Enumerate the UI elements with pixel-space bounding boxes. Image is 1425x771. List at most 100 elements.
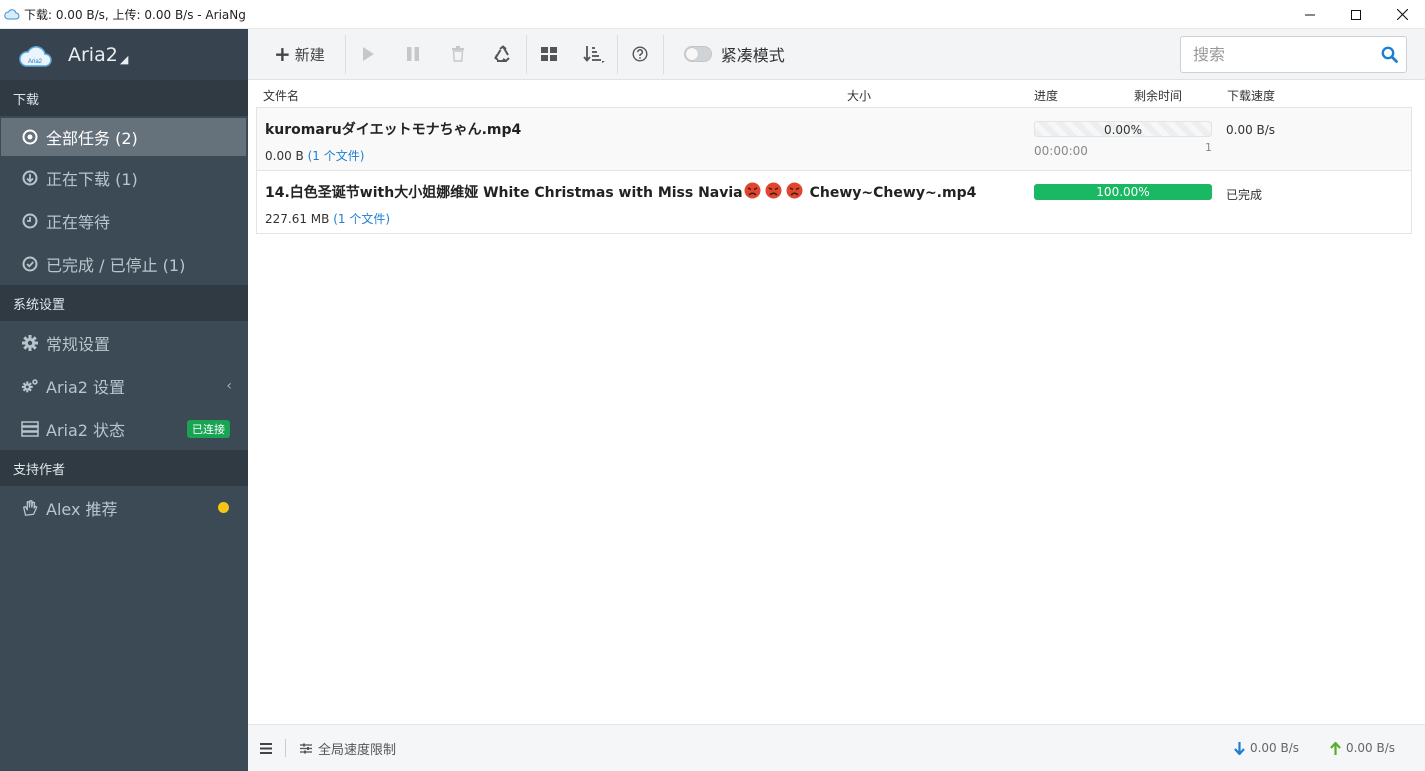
- plus-icon: +: [274, 42, 291, 66]
- sidebar-item-alex-recommend[interactable]: Alex 推荐: [0, 486, 248, 529]
- sort-button[interactable]: [572, 29, 617, 80]
- task-status: 已完成: [1226, 188, 1263, 202]
- window-titlebar: 下载: 0.00 B/s, 上传: 0.00 B/s - AriaNg: [0, 0, 1425, 29]
- sidebar-item-label: Alex 推荐: [46, 499, 118, 519]
- global-download-speed: 0.00 B/s: [1234, 741, 1299, 755]
- help-button[interactable]: [618, 29, 663, 80]
- gear-icon: [21, 334, 39, 352]
- sidebar-item-label: 已完成 / 已停止 (1): [46, 255, 186, 275]
- maximize-button[interactable]: [1333, 0, 1379, 29]
- table-header: 文件名 大小 进度 剩余时间 下载速度: [248, 80, 1425, 107]
- arrow-down-icon: [1234, 741, 1245, 755]
- brand-header[interactable]: Aria2 Aria2 ◢: [0, 29, 248, 80]
- sidebar-item-downloading[interactable]: 正在下载 (1): [0, 156, 248, 199]
- close-button[interactable]: [1379, 0, 1425, 29]
- download-speed-value: 0.00 B/s: [1249, 741, 1299, 755]
- sidebar-item-aria2-settings[interactable]: Aria2 设置 ‹: [0, 364, 248, 407]
- table-row[interactable]: kuromaruダイエットモナちゃん.mp4 0.00 B (1 个文件) 0.…: [256, 107, 1412, 171]
- sidebar-item-all-tasks[interactable]: 全部任务 (2): [1, 118, 246, 156]
- display-order-button[interactable]: [527, 29, 572, 80]
- sidebar-item-aria2-status[interactable]: Aria2 状态 已连接: [0, 407, 248, 450]
- search-input[interactable]: [1181, 45, 1371, 64]
- sidebar-item-label: Aria2 状态: [46, 420, 126, 440]
- notification-dot: [218, 502, 229, 513]
- pause-icon: [407, 47, 420, 61]
- start-button[interactable]: [346, 29, 391, 80]
- progress-bar: 100.00%: [1034, 184, 1212, 200]
- question-circle-icon: [632, 46, 648, 62]
- toolbar-divider: [662, 34, 664, 74]
- compact-mode-toggle[interactable]: [683, 46, 712, 62]
- upload-speed-value: 0.00 B/s: [1345, 741, 1395, 755]
- status-footer: 全局速度限制 0.00 B/s 0.00 B/s: [248, 724, 1425, 771]
- task-size: 227.61 MB: [265, 212, 330, 226]
- download-speed: 0.00 B/s: [1226, 123, 1276, 137]
- recycle-icon: [494, 45, 510, 63]
- task-list: 文件名 大小 进度 剩余时间 下载速度 kuromaruダイエットモナちゃん.m…: [248, 80, 1425, 724]
- sliders-icon: [300, 743, 312, 753]
- sidebar-item-stopped[interactable]: 已完成 / 已停止 (1): [0, 242, 248, 285]
- sort-icon: [583, 46, 606, 63]
- column-header-size[interactable]: 大小: [847, 87, 871, 104]
- brand-title: Aria2: [68, 43, 118, 66]
- clock-icon: [21, 212, 39, 230]
- menu-icon[interactable]: [260, 742, 272, 754]
- new-task-label: 新建: [294, 45, 325, 64]
- sidebar-item-label: 全部任务 (2): [46, 129, 138, 148]
- section-header-settings: 系统设置: [0, 285, 248, 321]
- task-name-text: 14.白色圣诞节with大小姐娜维娅 White Christmas with …: [265, 185, 743, 201]
- app-cloud-icon: [4, 9, 20, 20]
- trash-icon: [452, 46, 465, 62]
- task-name[interactable]: 14.白色圣诞节with大小姐娜维娅 White Christmas with …: [265, 182, 976, 202]
- connected-badge: 已连接: [187, 420, 230, 438]
- gears-icon: [21, 377, 39, 395]
- delete-button[interactable]: [436, 29, 481, 80]
- target-icon: [21, 128, 39, 146]
- search-box: [1180, 36, 1407, 73]
- sidebar-item-waiting[interactable]: 正在等待: [0, 199, 248, 242]
- window-title: 下载: 0.00 B/s, 上传: 0.00 B/s - AriaNg: [24, 7, 246, 22]
- task-files-link[interactable]: (1 个文件): [308, 149, 365, 163]
- new-task-button[interactable]: + 新建: [248, 29, 345, 80]
- server-icon: [21, 420, 39, 438]
- progress-text: 0.00%: [1103, 123, 1143, 137]
- task-name[interactable]: kuromaruダイエットモナちゃん.mp4: [265, 119, 521, 139]
- chevron-left-icon: ‹: [226, 377, 232, 394]
- brand-caret-icon: ◢: [119, 53, 129, 66]
- table-row[interactable]: 14.白色圣诞节with大小姐娜维娅 White Christmas with …: [256, 170, 1412, 234]
- sidebar-item-general-settings[interactable]: 常规设置: [0, 321, 248, 364]
- compact-mode-label: 紧凑模式: [720, 46, 785, 65]
- sidebar: Aria2 Aria2 ◢ 下载 全部任务 (2) 正在下载 (1) 正在等待 …: [0, 29, 248, 771]
- toolbar: + 新建 紧凑模式: [248, 29, 1425, 80]
- check-circle-icon: [21, 255, 39, 273]
- hand-icon: [21, 499, 39, 517]
- task-size: 0.00 B: [265, 149, 304, 163]
- progress-text: 100.00%: [1096, 185, 1150, 199]
- maximize-icon: [1351, 9, 1361, 20]
- column-header-speed[interactable]: 下载速度: [1227, 87, 1275, 104]
- column-header-remaining[interactable]: 剩余时间: [1134, 87, 1182, 104]
- column-header-filename[interactable]: 文件名: [263, 87, 299, 104]
- svg-text:Aria2: Aria2: [28, 59, 43, 65]
- global-upload-speed: 0.00 B/s: [1330, 741, 1395, 755]
- remaining-time: 00:00:00: [1034, 144, 1088, 158]
- download-circle-icon: [21, 169, 39, 187]
- global-speed-limit-label: 全局速度限制: [318, 742, 397, 758]
- search-icon[interactable]: [1381, 46, 1398, 63]
- task-meta: 227.61 MB (1 个文件): [265, 210, 390, 227]
- arrow-up-icon: [1330, 741, 1341, 755]
- minimize-button[interactable]: [1287, 0, 1333, 29]
- task-meta: 0.00 B (1 个文件): [265, 147, 364, 164]
- toggle-knob: [685, 48, 698, 60]
- minimize-icon: [1305, 14, 1315, 15]
- global-speed-limit-button[interactable]: 全局速度限制: [300, 739, 396, 758]
- purge-button[interactable]: [481, 29, 526, 80]
- sidebar-item-label: Aria2 设置: [46, 377, 126, 397]
- angry-face-emoji-icon: [744, 182, 803, 199]
- sidebar-item-label: 常规设置: [46, 334, 111, 354]
- column-header-progress[interactable]: 进度: [1034, 87, 1058, 104]
- aria2-cloud-logo-icon: Aria2: [19, 45, 52, 67]
- task-files-link[interactable]: (1 个文件): [333, 212, 390, 226]
- progress-bar: 0.00%: [1034, 121, 1212, 137]
- pause-button[interactable]: [391, 29, 436, 80]
